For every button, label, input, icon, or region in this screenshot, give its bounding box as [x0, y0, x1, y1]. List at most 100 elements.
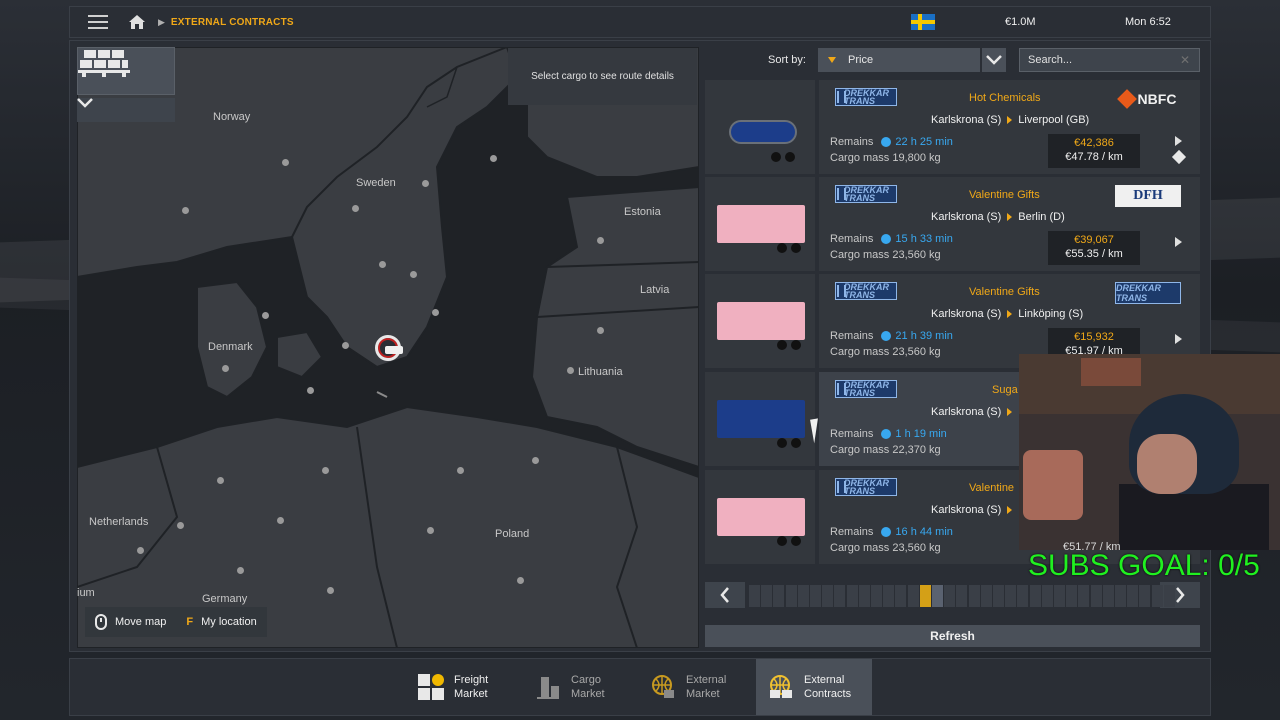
city-marker[interactable]	[237, 567, 244, 574]
page-segment[interactable]	[1139, 585, 1151, 607]
page-segment[interactable]	[1005, 585, 1017, 607]
my-location-label[interactable]: My location	[201, 616, 257, 628]
page-segment[interactable]	[1090, 585, 1102, 607]
page-segment[interactable]	[785, 585, 797, 607]
remains: Remains 22 h 25 min	[830, 136, 953, 148]
job-card[interactable]: DREKKAR TRANS Valentine Gifts DFH Karlskr…	[819, 177, 1200, 271]
previous-page-button[interactable]	[705, 582, 745, 608]
city-marker[interactable]	[307, 387, 314, 394]
city-marker[interactable]	[427, 527, 434, 534]
route: Karlskrona (S) Berlin (D)	[931, 211, 1065, 223]
page-segment[interactable]	[1017, 585, 1029, 607]
route-to: Berlin (D)	[1018, 211, 1065, 223]
page-segment[interactable]	[919, 585, 931, 607]
price: €42,386	[1074, 137, 1114, 149]
expand-filter-button[interactable]	[77, 98, 175, 122]
tab-label: Contracts	[804, 688, 852, 700]
page-segment[interactable]	[1054, 585, 1065, 607]
top-bar: ▶ EXTERNAL CONTRACTS €1.0M Mon 6:52	[69, 6, 1211, 38]
city-marker[interactable]	[222, 365, 229, 372]
chevron-right-icon[interactable]	[1175, 334, 1182, 344]
city-marker[interactable]	[182, 207, 189, 214]
city-marker[interactable]	[597, 327, 604, 334]
move-map-label: Move map	[115, 616, 167, 628]
player-location-marker[interactable]	[375, 335, 403, 361]
page-segment[interactable]	[797, 585, 809, 607]
tab-external-market[interactable]: External Market	[638, 659, 750, 715]
page-segment[interactable]	[895, 585, 907, 607]
city-marker[interactable]	[490, 155, 497, 162]
tab-freight-market[interactable]: Freight Market	[406, 659, 516, 715]
tab-external-contracts[interactable]: External Contracts	[756, 659, 872, 715]
page-segment[interactable]	[1078, 585, 1090, 607]
page-segment[interactable]	[810, 585, 821, 607]
remains: Remains 21 h 39 min	[830, 330, 953, 342]
breadcrumb[interactable]: EXTERNAL CONTRACTS	[171, 17, 294, 28]
page-segment[interactable]	[932, 585, 943, 607]
page-segment[interactable]	[1029, 585, 1041, 607]
clear-search-icon[interactable]: ✕	[1180, 53, 1190, 67]
cargo-filter-button[interactable]	[77, 47, 175, 95]
sort-label: Sort by:	[768, 54, 806, 66]
breadcrumb-separator-icon: ▶	[158, 16, 165, 27]
chevron-right-icon[interactable]	[1175, 136, 1182, 146]
city-marker[interactable]	[277, 517, 284, 524]
city-marker[interactable]	[217, 477, 224, 484]
sort-dropdown-toggle[interactable]	[982, 48, 1006, 72]
trailer-image	[705, 470, 815, 564]
map-view[interactable]: Norway Sweden Estonia Latvia Denmark Lit…	[77, 47, 699, 648]
city-marker[interactable]	[410, 271, 417, 278]
city-marker[interactable]	[342, 342, 349, 349]
city-marker[interactable]	[282, 159, 289, 166]
page-segment[interactable]	[944, 585, 956, 607]
page-segment[interactable]	[956, 585, 968, 607]
page-segment[interactable]	[1115, 585, 1126, 607]
city-marker[interactable]	[517, 577, 524, 584]
city-marker[interactable]	[532, 457, 539, 464]
city-marker[interactable]	[262, 312, 269, 319]
city-marker[interactable]	[379, 261, 386, 268]
page-segment[interactable]	[749, 585, 760, 607]
page-segment[interactable]	[834, 585, 846, 607]
city-marker[interactable]	[177, 522, 184, 529]
tab-cargo-market[interactable]: Cargo Market	[523, 659, 633, 715]
page-segment[interactable]	[846, 585, 858, 607]
page-segment[interactable]	[1066, 585, 1078, 607]
job-card[interactable]: DREKKAR TRANS Hot Chemicals NBFC Karlskro…	[819, 80, 1200, 174]
page-segment[interactable]	[871, 585, 882, 607]
page-segment[interactable]	[1163, 585, 1175, 607]
page-segment[interactable]	[1102, 585, 1114, 607]
city-marker[interactable]	[327, 587, 334, 594]
city-marker[interactable]	[457, 467, 464, 474]
city-marker[interactable]	[322, 467, 329, 474]
chevron-right-icon[interactable]	[1175, 237, 1182, 247]
city-marker[interactable]	[597, 237, 604, 244]
page-segment[interactable]	[1127, 585, 1139, 607]
city-marker[interactable]	[422, 180, 429, 187]
city-marker[interactable]	[137, 547, 144, 554]
job-row[interactable]: DREKKAR TRANS Hot Chemicals NBFC Karlskro…	[705, 80, 1200, 174]
cargo-mass: Cargo mass 23,560 kg	[830, 346, 941, 358]
city-marker[interactable]	[567, 367, 574, 374]
page-segment[interactable]	[858, 585, 870, 607]
refresh-button[interactable]: Refresh	[705, 625, 1200, 647]
page-segment[interactable]	[1041, 585, 1053, 607]
city-marker[interactable]	[352, 205, 359, 212]
page-segment[interactable]	[883, 585, 895, 607]
page-segment[interactable]	[761, 585, 773, 607]
mass-value: 23,560 kg	[892, 542, 941, 554]
menu-icon[interactable]	[78, 6, 118, 38]
job-row[interactable]: DREKKAR TRANS Valentine Gifts DFH Karlskr…	[705, 177, 1200, 271]
page-segment[interactable]	[980, 585, 992, 607]
sort-dropdown[interactable]: Price	[818, 48, 980, 72]
page-segment[interactable]	[822, 585, 834, 607]
page-segment[interactable]	[1151, 585, 1163, 607]
search-input[interactable]	[1019, 48, 1200, 72]
route: Karlskrona (S)	[931, 406, 1013, 418]
page-segment[interactable]	[907, 585, 919, 607]
city-marker[interactable]	[432, 309, 439, 316]
page-segment[interactable]	[968, 585, 980, 607]
page-segment[interactable]	[773, 585, 785, 607]
home-icon[interactable]	[122, 6, 152, 38]
page-segment[interactable]	[993, 585, 1004, 607]
